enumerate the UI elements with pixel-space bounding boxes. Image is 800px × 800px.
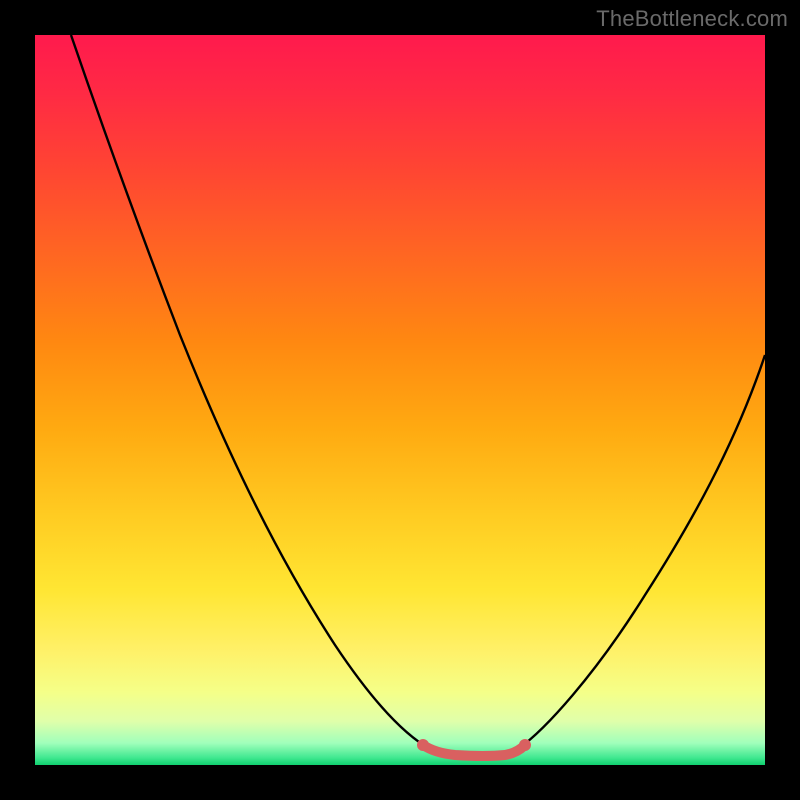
bottleneck-curve-left — [71, 35, 430, 749]
highlight-dot-right — [519, 739, 531, 751]
highlight-dot-left — [417, 739, 429, 751]
chart-frame: TheBottleneck.com — [0, 0, 800, 800]
plot-area — [35, 35, 765, 765]
bottleneck-curve-right — [518, 355, 765, 749]
highlight-segment — [423, 745, 525, 756]
watermark-text: TheBottleneck.com — [596, 6, 788, 32]
curve-layer — [35, 35, 765, 765]
